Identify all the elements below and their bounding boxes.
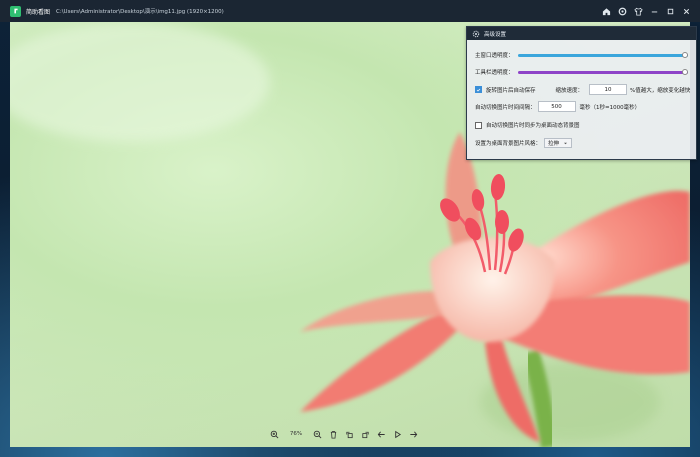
zoom-out-button[interactable]	[311, 428, 324, 441]
play-button[interactable]	[391, 428, 404, 441]
chevron-down-icon	[564, 142, 568, 144]
zoom-speed-input[interactable]: 10	[589, 84, 628, 95]
zoom-speed-label: 缩放速度：	[555, 87, 584, 94]
rotate-left-button[interactable]	[343, 428, 356, 441]
checkmark-icon	[476, 88, 481, 92]
play-icon	[395, 430, 402, 438]
trash-icon	[330, 430, 337, 439]
title-bar[interactable]: 简助看图 C:\Users\Administrator\Desktop\演示\i…	[0, 0, 700, 22]
wallpaper-mode-value: 拉伸	[548, 141, 560, 147]
arrow-right-icon	[410, 431, 418, 437]
shirt-icon	[633, 7, 643, 16]
settings-panel-header[interactable]: 高级设置	[467, 27, 696, 40]
settings-title: 高级设置	[484, 31, 507, 38]
close-icon	[683, 8, 689, 14]
zoom-speed-hint: %值越大，缩放变化越快	[630, 87, 691, 94]
zoom-out-icon	[313, 430, 322, 438]
previous-button[interactable]	[375, 428, 388, 441]
zoom-in-icon	[270, 430, 279, 438]
toolbar-opacity-label: 工具栏透明度：	[475, 70, 514, 76]
home-icon	[602, 7, 610, 15]
sync-wallpaper-label: 自动切换图片时同步为桌面动态背景图	[486, 123, 580, 129]
interval-input[interactable]: 500	[537, 101, 576, 112]
interval-label: 自动切换图片时间间隔：	[475, 104, 536, 111]
rotate-right-button[interactable]	[359, 428, 372, 441]
bottom-toolbar: 76%	[268, 427, 420, 441]
zoom-level: 76%	[289, 431, 303, 437]
wallpaper-mode-label: 设置为桌面背景图片风格：	[475, 141, 542, 147]
sync-wallpaper-checkbox[interactable]	[475, 121, 482, 129]
arrow-left-icon	[377, 431, 385, 437]
delete-button[interactable]	[327, 428, 340, 441]
app-logo-icon	[10, 5, 21, 17]
app-name: 简助看图	[26, 8, 51, 16]
toolbar-opacity-slider[interactable]	[517, 68, 688, 75]
interval-hint: 毫秒（1秒=1000毫秒）	[579, 104, 641, 111]
wallpaper-mode-select[interactable]: 拉伸	[544, 138, 573, 148]
close-button[interactable]	[680, 5, 692, 17]
minimize-icon	[651, 11, 657, 12]
rotate-right-icon	[362, 431, 369, 438]
main-opacity-label: 主窗口透明度：	[475, 53, 514, 59]
settings-button[interactable]	[616, 5, 628, 17]
autosave-checkbox[interactable]	[475, 86, 482, 93]
autosave-label: 旋转图片后自动保存	[486, 87, 536, 94]
main-opacity-knob[interactable]	[681, 51, 688, 58]
gear-icon	[618, 7, 626, 15]
home-button[interactable]	[600, 5, 612, 17]
zoom-in-button[interactable]	[268, 428, 281, 441]
advanced-settings-panel: 高级设置 主窗口透明度： 工具栏透明度： 旋转图片后自动保存 缩放速度： 10 …	[466, 26, 697, 160]
next-button[interactable]	[407, 428, 420, 441]
maximize-button[interactable]	[664, 5, 676, 17]
maximize-icon	[667, 8, 673, 14]
rotate-left-icon	[346, 431, 353, 438]
minimize-button[interactable]	[648, 5, 660, 17]
file-path: C:\Users\Administrator\Desktop\演示\img11.…	[56, 9, 224, 15]
skin-button[interactable]	[632, 5, 644, 17]
settings-gear-icon	[472, 30, 480, 37]
toolbar-opacity-knob[interactable]	[681, 68, 688, 75]
main-opacity-slider[interactable]	[517, 51, 688, 58]
